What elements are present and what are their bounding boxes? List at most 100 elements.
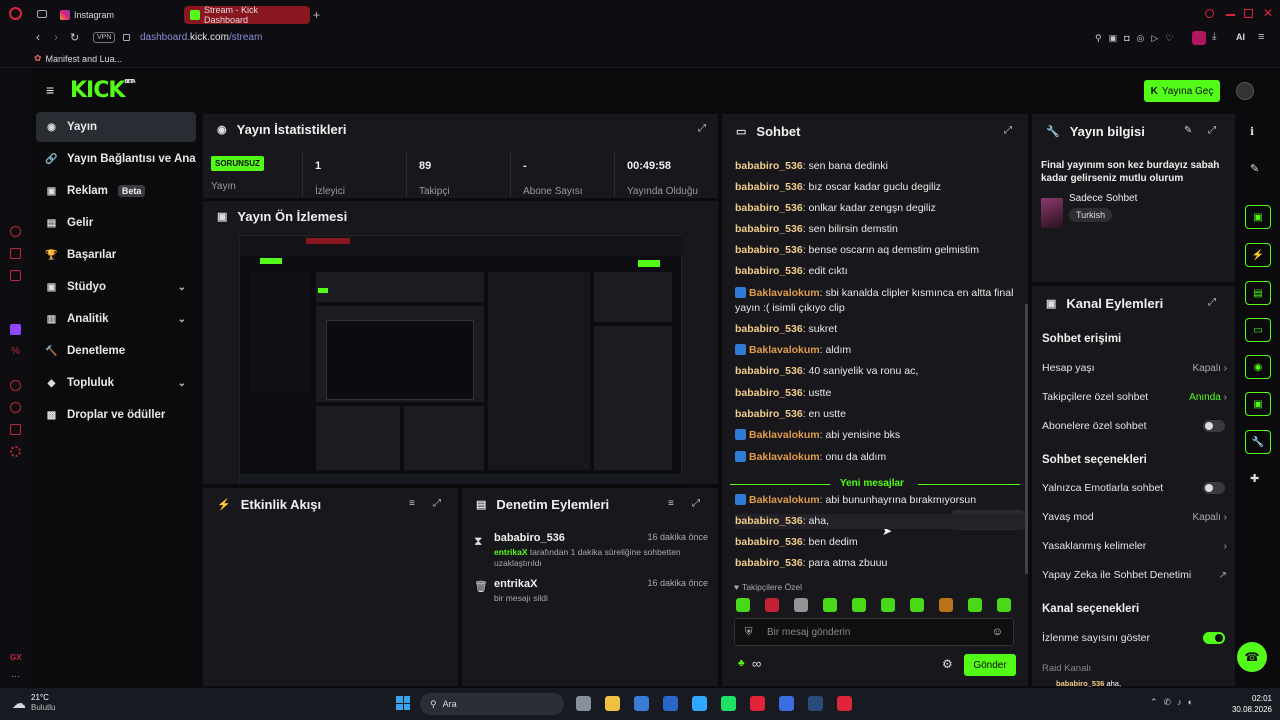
chat-message[interactable]: bababiro_536: sen bana dedinki bbox=[735, 159, 1015, 174]
reload-icon[interactable]: ↻ bbox=[70, 31, 79, 44]
chat-message[interactable]: Baklavalokum: aldım bbox=[735, 343, 1015, 358]
chat-username[interactable]: Baklavalokum bbox=[749, 451, 820, 463]
chat-username[interactable]: Baklavalokum bbox=[749, 287, 820, 299]
start-button[interactable] bbox=[396, 696, 410, 710]
edit-icon[interactable]: ✎ bbox=[1184, 125, 1192, 136]
emotes-only-toggle[interactable] bbox=[1203, 482, 1225, 494]
settings-icon[interactable] bbox=[10, 446, 21, 457]
hamburger-icon[interactable]: ≡ bbox=[46, 82, 54, 98]
taskbar-app-icon[interactable] bbox=[721, 696, 736, 711]
emote-icon[interactable] bbox=[968, 598, 982, 612]
sidebar-item-8[interactable]: ◆ Topluluk ⌄ bbox=[36, 368, 196, 398]
expand-icon[interactable]: ⤢ bbox=[1004, 125, 1012, 136]
rail-log-button[interactable]: ▤ bbox=[1245, 281, 1271, 305]
chat-message[interactable]: bababiro_536: ben dedim bbox=[735, 535, 1015, 550]
chat-username[interactable]: bababiro_536 bbox=[735, 181, 803, 193]
download-icon[interactable]: ⤓ bbox=[1212, 31, 1216, 42]
more-icon[interactable]: ⋯ bbox=[11, 671, 20, 682]
clock[interactable]: 02:01 30.08.2026 bbox=[1222, 693, 1272, 715]
raid-row[interactable]: Raid Kanalı bbox=[1042, 658, 1227, 678]
stream-preview-video[interactable] bbox=[239, 235, 683, 484]
rail-wrench-button[interactable]: 🔧 bbox=[1245, 430, 1271, 454]
chat-scrollbar[interactable] bbox=[1025, 304, 1028, 574]
send-button[interactable]: Gönder bbox=[964, 654, 1016, 676]
chat-message[interactable]: bababiro_536: sukret bbox=[735, 322, 1015, 337]
ai-button[interactable]: AI bbox=[1236, 32, 1245, 42]
taskbar-app-icon[interactable] bbox=[663, 696, 678, 711]
mod-action-item[interactable]: 🗑 entrikaX 16 dakika önce bir mesajı sil… bbox=[472, 578, 712, 608]
chat-message[interactable]: bababiro_536: 40 saniyelik va ronu ac, bbox=[735, 364, 1015, 379]
followers-chat-row[interactable]: Takipçilere özel sohbet Anında › bbox=[1042, 387, 1227, 407]
expand-icon[interactable]: ⤢ bbox=[1208, 297, 1216, 308]
rail-stats-button[interactable]: ◉ bbox=[1245, 355, 1271, 379]
weather-widget[interactable]: ☁ 21°C Bulutlu bbox=[12, 693, 55, 713]
taskbar-app-icon[interactable] bbox=[605, 696, 620, 711]
add-widget-icon[interactable]: ✚ bbox=[1250, 472, 1259, 485]
sidebar-icon-1[interactable] bbox=[10, 226, 21, 237]
sidebar-item-3[interactable]: ▤ Gelir bbox=[36, 208, 196, 238]
emote-icon[interactable] bbox=[736, 598, 750, 612]
new-tab-button[interactable]: + bbox=[313, 8, 320, 22]
sidebar-icon-3[interactable] bbox=[10, 270, 21, 281]
chat-username[interactable]: bababiro_536 bbox=[735, 223, 803, 235]
chat-message[interactable]: Baklavalokum: onu da aldım bbox=[735, 450, 1015, 465]
emote-icon[interactable] bbox=[823, 598, 837, 612]
taskbar-app-icon[interactable] bbox=[779, 696, 794, 711]
support-button[interactable]: ☎ bbox=[1237, 642, 1267, 672]
chat-message[interactable]: Baklavalokum: abi yenisine bks bbox=[735, 428, 1015, 443]
sidebar-item-9[interactable]: ▩ Droplar ve ödüller bbox=[36, 400, 196, 430]
twitch-icon[interactable] bbox=[10, 324, 21, 335]
chat-settings-icon[interactable]: ⚙ bbox=[942, 657, 953, 671]
sidebar-icon-6[interactable] bbox=[10, 380, 21, 391]
extension-icons[interactable]: ⚲▣◘◎▷♡ bbox=[1095, 33, 1180, 44]
slow-mode-row[interactable]: Yavaş mod Kapalı › bbox=[1042, 507, 1227, 527]
workspace-icon[interactable] bbox=[37, 10, 47, 18]
opera-logo-icon[interactable] bbox=[9, 7, 22, 20]
sidebar-item-5[interactable]: ▣ Stüdyo ⌄ bbox=[36, 272, 196, 302]
taskbar-app-icon[interactable] bbox=[692, 696, 707, 711]
show-viewers-toggle[interactable] bbox=[1203, 632, 1225, 644]
chat-username[interactable]: bababiro_536 bbox=[735, 323, 803, 335]
expand-icon[interactable]: ⤢ bbox=[692, 498, 700, 509]
chat-username[interactable]: bababiro_536 bbox=[735, 408, 803, 420]
chat-username[interactable]: bababiro_536 bbox=[735, 202, 803, 214]
minimize-icon[interactable] bbox=[1226, 14, 1235, 16]
chat-username[interactable]: Baklavalokum bbox=[749, 494, 820, 506]
infinity-icon[interactable]: ∞ bbox=[752, 656, 761, 671]
chat-message[interactable]: bababiro_536: edit cıktı bbox=[735, 264, 1015, 279]
sidebar-item-7[interactable]: 🔨 Denetleme bbox=[36, 336, 196, 366]
emote-icon[interactable] bbox=[939, 598, 953, 612]
bookmark-item[interactable]: ✿ Manifest and Lua... bbox=[34, 53, 122, 64]
sidebar-icon-8[interactable] bbox=[10, 424, 21, 435]
taskbar-app-icon[interactable] bbox=[634, 696, 649, 711]
sidebar-icon-5[interactable]: % bbox=[11, 346, 20, 357]
back-icon[interactable]: ‹ bbox=[36, 30, 40, 44]
sidebar-item-2[interactable]: ▣ Reklam Beta bbox=[36, 176, 196, 206]
expand-icon[interactable]: ⤢ bbox=[433, 498, 441, 509]
taskbar-app-icon[interactable] bbox=[837, 696, 852, 711]
filter-icon[interactable]: ≡ bbox=[409, 498, 415, 509]
sidebar-item-4[interactable]: 🏆 Başarılar bbox=[36, 240, 196, 270]
chat-message[interactable]: bababiro_536: bense oscarın aq demstim g… bbox=[735, 243, 1015, 258]
banned-words-row[interactable]: Yasaklanmış kelimeler › bbox=[1042, 536, 1227, 556]
taskbar-app-icon[interactable] bbox=[808, 696, 823, 711]
sidebar-icon-2[interactable] bbox=[10, 248, 21, 259]
maximize-icon[interactable] bbox=[1244, 9, 1253, 18]
vpn-badge[interactable]: VPN bbox=[93, 32, 116, 43]
taskbar-app-icon[interactable] bbox=[750, 696, 765, 711]
chat-message[interactable]: bababiro_536: para atma zbuuu bbox=[735, 556, 1015, 571]
emote-icon[interactable] bbox=[765, 598, 779, 612]
tray-icons[interactable]: ⌃✆♪◐ bbox=[1150, 697, 1199, 708]
kick-logo[interactable]: KICKBETA bbox=[70, 78, 136, 103]
chat-message[interactable]: bababiro_536: en ustte bbox=[735, 407, 1015, 422]
chat-username[interactable]: Baklavalokum bbox=[749, 429, 820, 441]
rail-preview-button[interactable]: ▣ bbox=[1245, 205, 1271, 229]
sidebar-item-0[interactable]: ◉ Yayın bbox=[36, 112, 196, 142]
category-name[interactable]: Sadece Sohbet bbox=[1069, 193, 1137, 204]
chat-username[interactable]: bababiro_536 bbox=[735, 244, 803, 256]
expand-icon[interactable]: ⤢ bbox=[1208, 125, 1216, 136]
sidebar-item-1[interactable]: 🔗 Yayın Bağlantısı ve Anahtarı bbox=[36, 144, 196, 174]
rail-activity-button[interactable]: ⚡ bbox=[1245, 243, 1271, 267]
chat-message[interactable]: bababiro_536: sen bilirsin demstin bbox=[735, 222, 1015, 237]
gx-icon[interactable]: GX bbox=[10, 653, 22, 662]
